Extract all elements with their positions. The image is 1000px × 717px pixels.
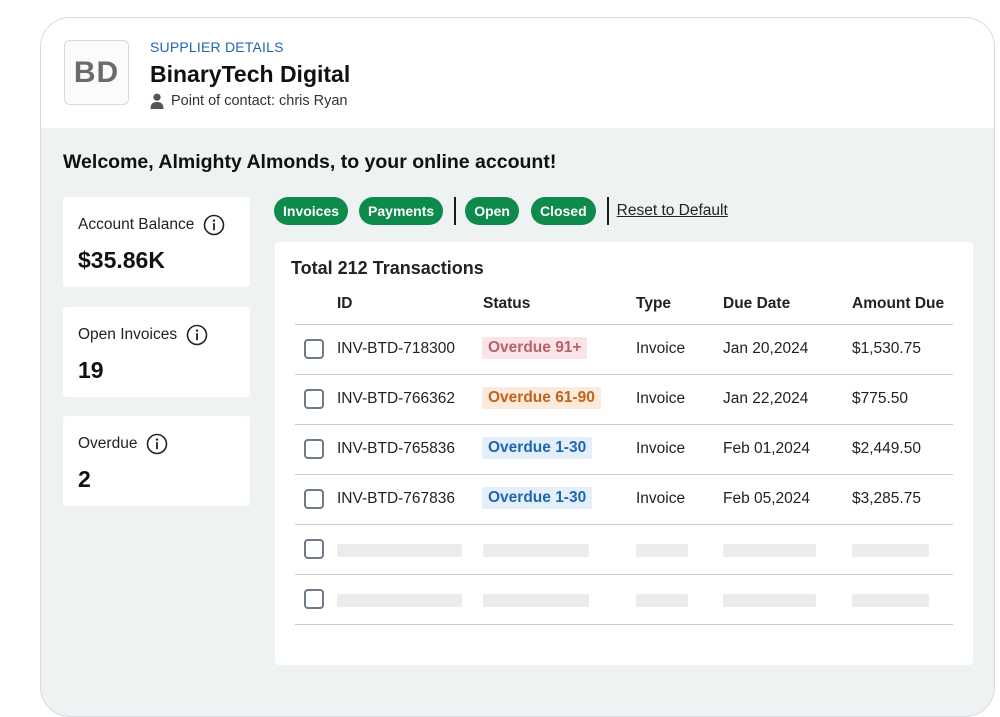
table-row-placeholder	[295, 525, 953, 575]
stat-value: 2	[78, 466, 91, 492]
stat-value: 19	[78, 357, 104, 383]
amount-due: $3,285.75	[852, 490, 921, 507]
invoice-id: INV-BTD-766362	[337, 390, 456, 407]
due-date: Jan 20,2024	[723, 340, 809, 357]
person-icon	[150, 93, 164, 109]
loading-placeholder	[337, 544, 462, 557]
row-checkbox[interactable]	[304, 389, 324, 409]
row-checkbox[interactable]	[304, 439, 324, 459]
transactions-panel: Total 212 Transactions ID Status Type Du…	[275, 242, 973, 665]
loading-placeholder	[723, 544, 816, 557]
table-header: ID Status Type Due Date Amount Due	[295, 290, 953, 325]
column-header-amount-due: Amount Due	[852, 295, 945, 312]
filter-divider	[606, 197, 609, 225]
column-header-id: ID	[337, 295, 353, 312]
supplier-logo: BD	[64, 40, 129, 105]
invoice-type: Invoice	[636, 340, 686, 357]
loading-placeholder	[852, 544, 929, 557]
column-header-status: Status	[483, 295, 531, 312]
invoice-id: INV-BTD-718300	[337, 340, 456, 357]
stat-label: Open Invoices	[78, 326, 178, 343]
amount-due: $775.50	[852, 390, 909, 407]
table-row[interactable]: INV-BTD-718300 Overdue 91+ Invoice Jan 2…	[295, 325, 953, 375]
row-checkbox[interactable]	[304, 539, 324, 559]
table-row[interactable]: INV-BTD-766362 Overdue 61-90 Invoice Jan…	[295, 375, 953, 425]
column-header-due-date: Due Date	[723, 295, 791, 312]
loading-placeholder	[483, 594, 589, 607]
filter-open-button[interactable]: Open	[465, 197, 519, 225]
info-icon[interactable]	[186, 324, 208, 346]
stat-account-balance: Account Balance $35.86K	[63, 197, 250, 287]
due-date: Feb 05,2024	[723, 490, 811, 507]
supplier-details-label: SUPPLIER DETAILS	[150, 39, 284, 55]
table-row[interactable]: INV-BTD-767836 Overdue 1-30 Invoice Feb …	[295, 475, 953, 525]
status-badge: Overdue 91+	[482, 337, 588, 359]
invoice-type: Invoice	[636, 490, 686, 507]
amount-due: $1,530.75	[852, 340, 921, 357]
stat-value: $35.86K	[78, 247, 165, 273]
info-icon[interactable]	[203, 214, 225, 236]
status-badge: Overdue 1-30	[482, 437, 593, 459]
amount-due: $2,449.50	[852, 440, 921, 457]
stat-label: Overdue	[78, 435, 138, 452]
status-badge: Overdue 61-90	[482, 387, 601, 409]
table-row-placeholder	[295, 575, 953, 625]
info-icon[interactable]	[146, 433, 168, 455]
column-header-type: Type	[636, 295, 672, 312]
invoice-type: Invoice	[636, 390, 686, 407]
filter-payments-button[interactable]: Payments	[359, 197, 444, 225]
stat-overdue: Overdue 2	[63, 416, 250, 506]
row-checkbox[interactable]	[304, 589, 324, 609]
filter-bar: Invoices Payments Open Closed Reset to D…	[274, 196, 728, 226]
reset-to-default-link[interactable]: Reset to Default	[617, 202, 728, 220]
filter-invoices-button[interactable]: Invoices	[274, 197, 349, 225]
due-date: Jan 22,2024	[723, 390, 809, 407]
loading-placeholder	[636, 594, 688, 607]
stat-open-invoices: Open Invoices 19	[63, 307, 250, 397]
filter-closed-button[interactable]: Closed	[530, 197, 596, 225]
loading-placeholder	[636, 544, 688, 557]
invoice-id: INV-BTD-765836	[337, 440, 456, 457]
row-checkbox[interactable]	[304, 489, 324, 509]
due-date: Feb 01,2024	[723, 440, 811, 457]
transactions-total: Total 212 Transactions	[291, 258, 484, 278]
row-checkbox[interactable]	[304, 339, 324, 359]
loading-placeholder	[852, 594, 929, 607]
status-badge: Overdue 1-30	[482, 487, 593, 509]
contact-text: Point of contact: chris Ryan	[171, 93, 348, 109]
invoice-id: INV-BTD-767836	[337, 490, 456, 507]
supplier-header: BD SUPPLIER DETAILS BinaryTech Digital P…	[41, 18, 994, 128]
welcome-message: Welcome, Almighty Almonds, to your onlin…	[63, 151, 557, 173]
point-of-contact: Point of contact: chris Ryan	[150, 93, 348, 109]
supplier-name: BinaryTech Digital	[150, 61, 351, 87]
stat-label: Account Balance	[78, 216, 195, 233]
loading-placeholder	[483, 544, 589, 557]
invoice-type: Invoice	[636, 440, 686, 457]
loading-placeholder	[723, 594, 816, 607]
filter-divider	[454, 197, 457, 225]
supplier-card: BD SUPPLIER DETAILS BinaryTech Digital P…	[40, 17, 995, 717]
table-row[interactable]: INV-BTD-765836 Overdue 1-30 Invoice Feb …	[295, 425, 953, 475]
loading-placeholder	[337, 594, 462, 607]
